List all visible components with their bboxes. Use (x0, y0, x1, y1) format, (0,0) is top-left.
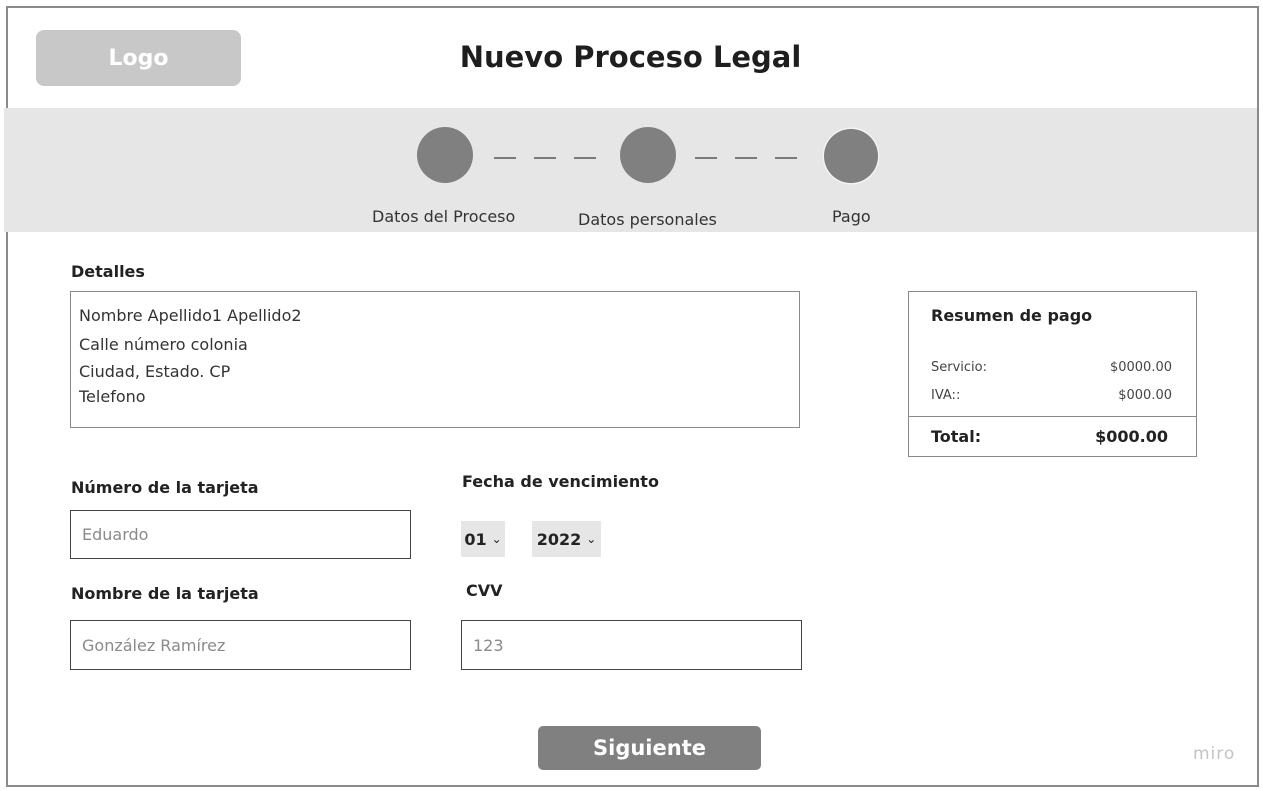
step-connector-2 (775, 157, 797, 159)
card-number-input[interactable]: Eduardo (70, 510, 411, 559)
step-3-label: Pago (832, 207, 871, 226)
expiry-year-select[interactable]: 2022 ⌄ (532, 521, 601, 557)
step-3-circle[interactable] (824, 129, 878, 183)
chevron-down-icon: ⌄ (491, 532, 502, 546)
next-button[interactable]: Siguiente (538, 726, 761, 770)
step-connector-1 (534, 157, 556, 159)
cvv-input[interactable]: 123 (461, 620, 802, 670)
expiry-year-value: 2022 (536, 529, 582, 549)
details-box: Nombre Apellido1 Apellido2 Calle número … (70, 291, 800, 428)
service-value: $0000.00 (1109, 360, 1172, 375)
cvv-label: CVV (466, 581, 503, 600)
card-name-value: González Ramírez (82, 635, 226, 655)
step-connector-1 (574, 157, 596, 159)
step-1-circle[interactable] (417, 127, 473, 183)
cvv-value: 123 (473, 635, 504, 655)
card-name-input[interactable]: González Ramírez (70, 620, 411, 670)
total-value: $000.00 (1095, 427, 1168, 446)
iva-label: IVA:: (931, 388, 961, 403)
expiry-month-select[interactable]: 01 ⌄ (461, 521, 505, 557)
expiry-month-value: 01 (464, 529, 487, 549)
step-1-label: Datos del Proceso (372, 207, 516, 226)
step-connector-2 (735, 157, 757, 159)
next-button-label: Siguiente (593, 736, 706, 760)
step-connector-2 (695, 157, 717, 159)
iva-value: $000.00 (1118, 388, 1172, 403)
miro-watermark: miro (1193, 744, 1236, 764)
details-phone: Telefono (79, 387, 146, 406)
details-label: Detalles (71, 262, 145, 281)
page-title: Nuevo Proceso Legal (459, 40, 802, 74)
details-name: Nombre Apellido1 Apellido2 (79, 306, 302, 325)
total-label: Total: (931, 427, 982, 446)
card-name-label: Nombre de la tarjeta (71, 584, 259, 603)
step-connector-1 (494, 157, 516, 159)
details-street: Calle número colonia (79, 335, 248, 354)
payment-summary: Resumen de pago Servicio: $0000.00 IVA::… (908, 291, 1197, 457)
step-2-circle[interactable] (620, 127, 676, 183)
summary-title: Resumen de pago (931, 306, 1093, 325)
details-city: Ciudad, Estado. CP (79, 362, 231, 381)
summary-divider (909, 416, 1196, 417)
card-number-label: Número de la tarjeta (71, 478, 259, 497)
card-number-value: Eduardo (82, 525, 149, 544)
service-label: Servicio: (931, 360, 987, 375)
chevron-down-icon: ⌄ (586, 532, 597, 546)
expiry-label: Fecha de vencimiento (462, 472, 659, 491)
step-2-label: Datos personales (578, 210, 717, 229)
